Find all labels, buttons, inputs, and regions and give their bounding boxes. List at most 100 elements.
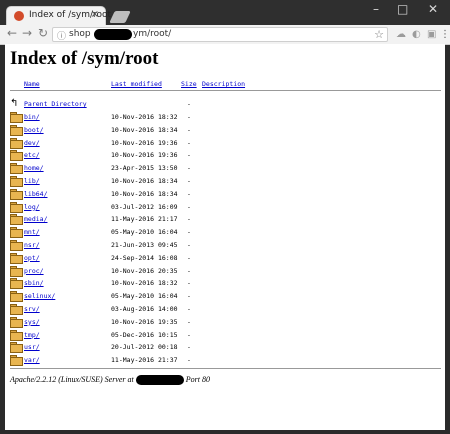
size-value: - — [187, 343, 191, 352]
title-bar: Index of /sym/root × – □ ✕ — [0, 0, 450, 25]
directory-link[interactable]: tmp/ — [24, 331, 40, 339]
folder-icon — [10, 150, 23, 162]
last-modified: 11-May-2016 21:37 — [111, 356, 178, 365]
folder-icon — [10, 137, 23, 149]
directory-link[interactable]: opt/ — [24, 254, 40, 262]
size-value: - — [187, 266, 191, 275]
directory-row: dev/10-Nov-2016 19:36- — [5, 137, 445, 150]
browser-menu-icon[interactable]: ⋮ — [440, 29, 450, 40]
directory-row: opt/24-Sep-2014 16:08- — [5, 252, 445, 265]
server-signature-prefix: Apache/2.2.12 (Linux/SUSE) Server at — [10, 375, 134, 384]
url-suffix: ym/root/ — [133, 29, 172, 39]
directory-link[interactable]: selinux/ — [24, 292, 55, 300]
folder-icon — [10, 112, 23, 123]
directory-link[interactable]: etc/ — [24, 151, 40, 159]
last-modified: 10-Nov-2016 19:35 — [111, 317, 178, 326]
footer-rule — [10, 368, 441, 369]
directory-link[interactable]: bin/ — [24, 113, 40, 121]
size-value: - — [187, 177, 191, 185]
last-modified: 21-Jun-2013 09:45 — [111, 241, 178, 249]
page-info-icon[interactable]: ⓘ — [57, 29, 66, 42]
server-signature-suffix: Port 80 — [185, 375, 210, 384]
tab-close-icon[interactable]: × — [91, 9, 99, 20]
address-bar[interactable]: ⓘ shop ym/root/ ☆ — [52, 27, 388, 42]
page-content: Index of /sym/root Name Last modified Si… — [5, 44, 445, 430]
size-value: - — [187, 151, 191, 160]
directory-link[interactable]: sbin/ — [24, 279, 44, 287]
size-value: - — [187, 202, 191, 211]
folder-icon — [10, 329, 23, 341]
size-value: - — [187, 330, 191, 339]
extension-square-icon[interactable]: ▣ — [427, 29, 436, 40]
column-size-link[interactable]: Size — [181, 80, 197, 88]
directory-link[interactable]: srv/ — [24, 305, 40, 313]
forward-button[interactable]: → — [22, 26, 32, 40]
extension-circle-icon[interactable]: ◐ — [412, 29, 421, 40]
directory-link[interactable]: log/ — [24, 203, 40, 211]
header-rule — [10, 90, 441, 91]
column-name-link[interactable]: Name — [24, 80, 40, 88]
reload-button[interactable]: ↻ — [38, 26, 48, 40]
directory-link[interactable]: mnt/ — [24, 228, 40, 236]
directory-row: bin/10-Nov-2016 18:32 - — [5, 112, 445, 124]
directory-link[interactable]: var/ — [24, 356, 40, 364]
last-modified: 20-Jul-2012 00:18 — [111, 343, 178, 352]
last-modified: 10-Nov-2016 18:32 — [111, 113, 178, 121]
redaction-mark — [135, 375, 184, 386]
directory-row: sbin/10-Nov-2016 18:32- — [5, 278, 445, 290]
size-value: - — [187, 164, 191, 173]
directory-row: selinux/05-May-2010 16:04- — [5, 291, 445, 303]
back-button[interactable]: ← — [7, 26, 17, 40]
directory-row: boot/10-Nov-2016 18:34- — [5, 124, 445, 137]
extension-cloud-icon[interactable]: ☁ — [396, 29, 406, 40]
directory-link[interactable]: media/ — [24, 215, 47, 223]
favicon-icon — [14, 11, 24, 21]
parent-directory-link[interactable]: Parent Directory — [24, 100, 87, 108]
directory-link[interactable]: usr/ — [24, 343, 40, 351]
size-value: - — [187, 317, 191, 326]
size-value: - — [187, 279, 191, 288]
parent-directory-row: ↰ Parent Directory - — [5, 99, 445, 111]
last-modified: 23-Apr-2015 13:50 — [111, 164, 178, 173]
folder-icon — [10, 176, 23, 187]
directory-link[interactable]: boot/ — [24, 126, 44, 134]
directory-link[interactable]: lib64/ — [24, 190, 47, 198]
last-modified: 10-Nov-2016 18:34 — [111, 177, 178, 185]
folder-icon — [10, 265, 23, 277]
close-window-button[interactable]: ✕ — [428, 2, 438, 16]
minimize-button[interactable]: – — [373, 2, 379, 16]
folder-icon — [10, 163, 23, 175]
size-value: - — [187, 305, 191, 313]
size-value: - — [187, 228, 191, 237]
column-modified-link[interactable]: Last modified — [111, 80, 162, 88]
folder-icon — [10, 278, 23, 290]
last-modified: 24-Sep-2014 16:08 — [111, 253, 178, 262]
directory-row: nsr/21-Jun-2013 09:45 - — [5, 240, 445, 252]
directory-link[interactable]: dev/ — [24, 139, 40, 147]
size-value: - — [187, 113, 191, 121]
directory-link[interactable]: nsr/ — [24, 241, 40, 249]
url-prefix: shop — [69, 29, 91, 39]
folder-icon — [10, 124, 23, 136]
back-arrow-icon: ↰ — [10, 98, 19, 109]
column-description-link[interactable]: Description — [202, 80, 245, 88]
folder-icon — [10, 291, 23, 303]
directory-link[interactable]: proc/ — [24, 267, 44, 275]
bookmark-star-icon[interactable]: ☆ — [374, 28, 384, 41]
folder-icon — [10, 240, 23, 251]
redaction-mark — [94, 29, 132, 40]
folder-icon — [10, 316, 23, 328]
size-value: - — [187, 215, 191, 224]
last-modified: 05-Dec-2016 10:15 — [111, 330, 178, 339]
directory-link[interactable]: lib/ — [24, 177, 40, 185]
server-signature: Apache/2.2.12 (Linux/SUSE) Server at Por… — [10, 375, 210, 386]
last-modified: 10-Nov-2016 18:32 — [111, 279, 178, 288]
directory-link[interactable]: home/ — [24, 164, 44, 172]
last-modified: 10-Nov-2016 20:35 — [111, 266, 178, 275]
size-value: - — [187, 241, 191, 249]
browser-tab[interactable]: Index of /sym/root × — [6, 6, 111, 25]
maximize-button[interactable]: □ — [397, 2, 408, 16]
directory-link[interactable]: sys/ — [24, 318, 40, 326]
new-tab-button[interactable] — [109, 11, 131, 23]
last-modified: 03-Aug-2016 14:00 — [111, 305, 178, 313]
